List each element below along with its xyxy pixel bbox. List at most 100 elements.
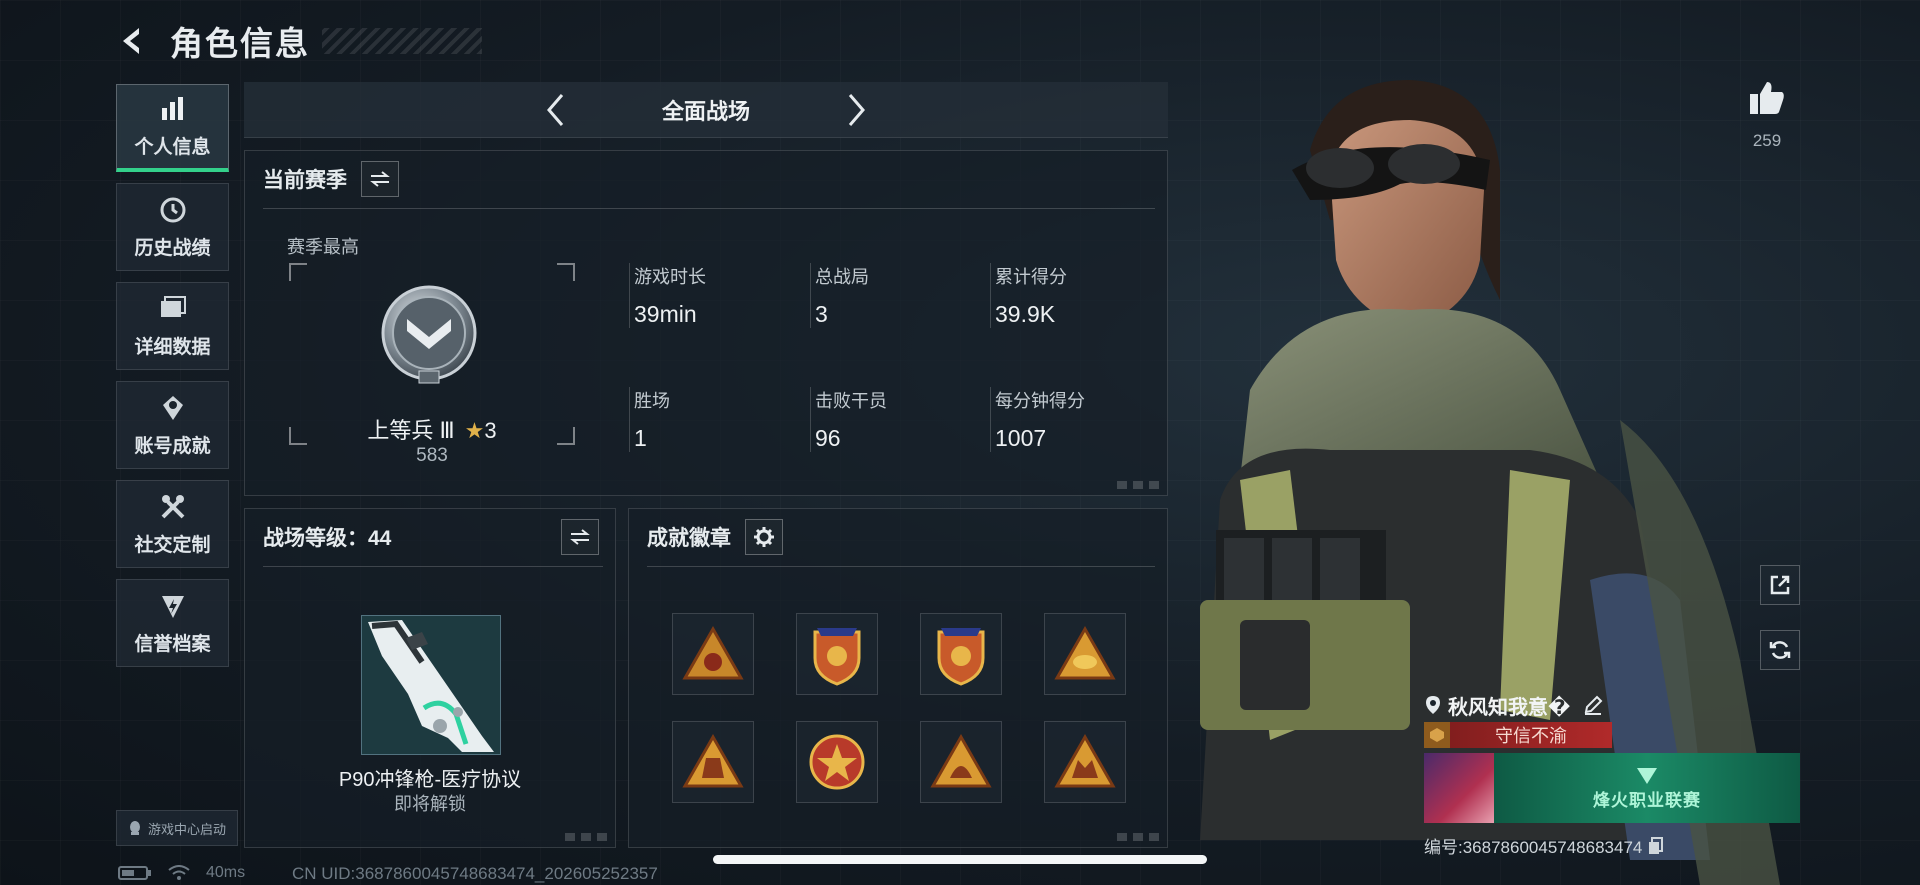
stat-value: 3 xyxy=(815,301,828,327)
swap-icon xyxy=(570,529,590,545)
player-title: 守信不渝 xyxy=(1495,726,1567,746)
player-banner[interactable]: 烽火职业联赛 xyxy=(1424,753,1800,823)
game-center-launch-button[interactable]: 游戏中心启动 xyxy=(116,810,238,846)
weapon-unlock-status: 即将解锁 xyxy=(394,794,466,814)
badge-slot[interactable] xyxy=(920,613,1002,695)
title-decoration xyxy=(322,28,482,54)
season-switch-button[interactable] xyxy=(361,161,399,197)
sidebar-item-label: 详细数据 xyxy=(134,336,211,358)
divider xyxy=(647,566,1155,567)
stat-label: 累计得分 xyxy=(995,267,1067,287)
shield-badge-icon xyxy=(813,628,861,686)
badge-slot[interactable] xyxy=(796,613,878,695)
folder-icon xyxy=(158,294,188,324)
weapon-image[interactable] xyxy=(361,615,501,755)
location-badge-icon xyxy=(1426,696,1440,714)
title-emblem-icon xyxy=(1424,722,1450,748)
share-button[interactable] xyxy=(1760,565,1800,605)
refresh-icon xyxy=(1769,641,1791,659)
mode-next-button[interactable] xyxy=(838,92,874,128)
stat-label: 每分钟得分 xyxy=(995,391,1085,411)
p90-weapon-icon xyxy=(362,616,500,754)
player-avatar xyxy=(1424,753,1494,823)
stat-value: 1 xyxy=(634,425,647,451)
thumbs-up-icon xyxy=(1750,82,1784,114)
badges-settings-button[interactable] xyxy=(745,519,783,555)
stat-score-per-minute: 每分钟得分 1007 xyxy=(990,387,1085,452)
sidebar-item-label: 历史战绩 xyxy=(134,237,211,259)
home-indicator[interactable] xyxy=(713,855,1207,864)
divider xyxy=(263,566,603,567)
season-panel-header: 当前赛季 xyxy=(263,161,399,197)
triangle-badge-icon xyxy=(682,734,744,788)
badge-slot[interactable] xyxy=(1044,613,1126,695)
player-id: 编号:3687860045748683474 xyxy=(1424,838,1643,857)
season-panel: 当前赛季 赛季最高 上等兵 Ⅲ ★3 583 游戏时长 39min 总战局 3 累… xyxy=(244,150,1168,496)
mode-selector: 全面战场 xyxy=(244,82,1168,138)
stat-value: 1007 xyxy=(995,425,1047,451)
sidebar-item-personal-info[interactable]: 个人信息 xyxy=(116,84,229,172)
page-title: 角色信息 xyxy=(170,25,310,62)
back-button[interactable] xyxy=(112,21,152,61)
refresh-button[interactable] xyxy=(1760,630,1800,670)
stat-value: 39.9K xyxy=(995,301,1056,327)
stat-value: 96 xyxy=(815,425,841,451)
corner-decoration xyxy=(1117,833,1159,841)
triangle-badge-icon xyxy=(682,626,744,680)
tools-icon xyxy=(158,492,188,522)
badge-slot[interactable] xyxy=(672,613,754,695)
copy-icon[interactable] xyxy=(1648,836,1664,855)
battlefield-switch-button[interactable] xyxy=(561,519,599,555)
stat-play-time: 游戏时长 39min xyxy=(629,263,706,328)
rank-name: 上等兵 Ⅲ ★3 xyxy=(289,413,575,445)
sidebar-item-history[interactable]: 历史战绩 xyxy=(116,183,229,271)
league-banner: 烽火职业联赛 xyxy=(1494,753,1800,823)
achievement-icon xyxy=(158,393,188,423)
league-banner-text: 烽火职业联赛 xyxy=(1593,790,1701,810)
triangle-badge-icon xyxy=(1054,626,1116,680)
triangle-badge-icon xyxy=(930,734,992,788)
gear-icon xyxy=(754,527,774,547)
back-arrow-icon xyxy=(123,28,139,54)
edit-name-icon[interactable] xyxy=(1582,694,1604,716)
chevron-left-icon xyxy=(547,94,564,126)
mode-title: 全面战场 xyxy=(661,98,750,124)
badge-slot[interactable] xyxy=(796,721,878,803)
badge-slot[interactable] xyxy=(1044,721,1126,803)
like-count: 259 xyxy=(1752,131,1782,150)
stat-total-matches: 总战局 3 xyxy=(810,263,869,328)
player-card: 秋风知我意� 守信不渝 烽火职业联赛 编号:368786004574868347… xyxy=(1424,688,1804,858)
badges-panel-header: 成就徽章 xyxy=(647,519,783,555)
badge-slot[interactable] xyxy=(920,721,1002,803)
player-id-row: 编号:3687860045748683474 xyxy=(1424,833,1804,858)
credit-icon xyxy=(158,591,188,621)
player-name: 秋风知我意� xyxy=(1448,696,1571,719)
battlefield-level-panel: 战场等级：44 P90冲锋枪-医疗协议 即将解锁 xyxy=(244,508,616,848)
sidebar-item-credit[interactable]: 信誉档案 xyxy=(116,579,229,667)
sidebar-item-social-custom[interactable]: 社交定制 xyxy=(116,480,229,568)
swap-icon xyxy=(370,171,390,187)
rank-stars: 3 xyxy=(484,418,497,443)
share-icon xyxy=(1770,575,1790,595)
chevron-right-icon xyxy=(848,94,865,126)
sidebar-item-label: 账号成就 xyxy=(134,435,211,457)
season-title: 当前赛季 xyxy=(263,169,347,192)
star-medal-badge-icon xyxy=(809,734,865,790)
rank-points: 583 xyxy=(416,445,448,466)
mode-prev-button[interactable] xyxy=(538,92,574,128)
badges-title: 成就徽章 xyxy=(647,527,731,550)
battlefield-level-title: 战场等级：44 xyxy=(263,527,392,550)
achievement-badges-panel: 成就徽章 xyxy=(628,508,1168,848)
weapon-name: P90冲锋枪-医疗协议 xyxy=(338,769,522,791)
sidebar-item-label: 个人信息 xyxy=(134,137,211,158)
like-button[interactable] xyxy=(1745,78,1789,123)
sidebar-item-achievements[interactable]: 账号成就 xyxy=(116,381,229,469)
battlefield-panel-header: 战场等级：44 xyxy=(263,519,599,555)
league-logo-icon xyxy=(1637,767,1657,784)
badge-slot[interactable] xyxy=(672,721,754,803)
uid-line: CN UID:3687860045748683474_202605252357 xyxy=(292,864,658,883)
season-best-label: 赛季最高 xyxy=(287,237,359,257)
sidebar-item-detail-data[interactable]: 详细数据 xyxy=(116,282,229,370)
ping-value: 40ms xyxy=(206,864,246,881)
stat-label: 游戏时长 xyxy=(634,267,706,287)
